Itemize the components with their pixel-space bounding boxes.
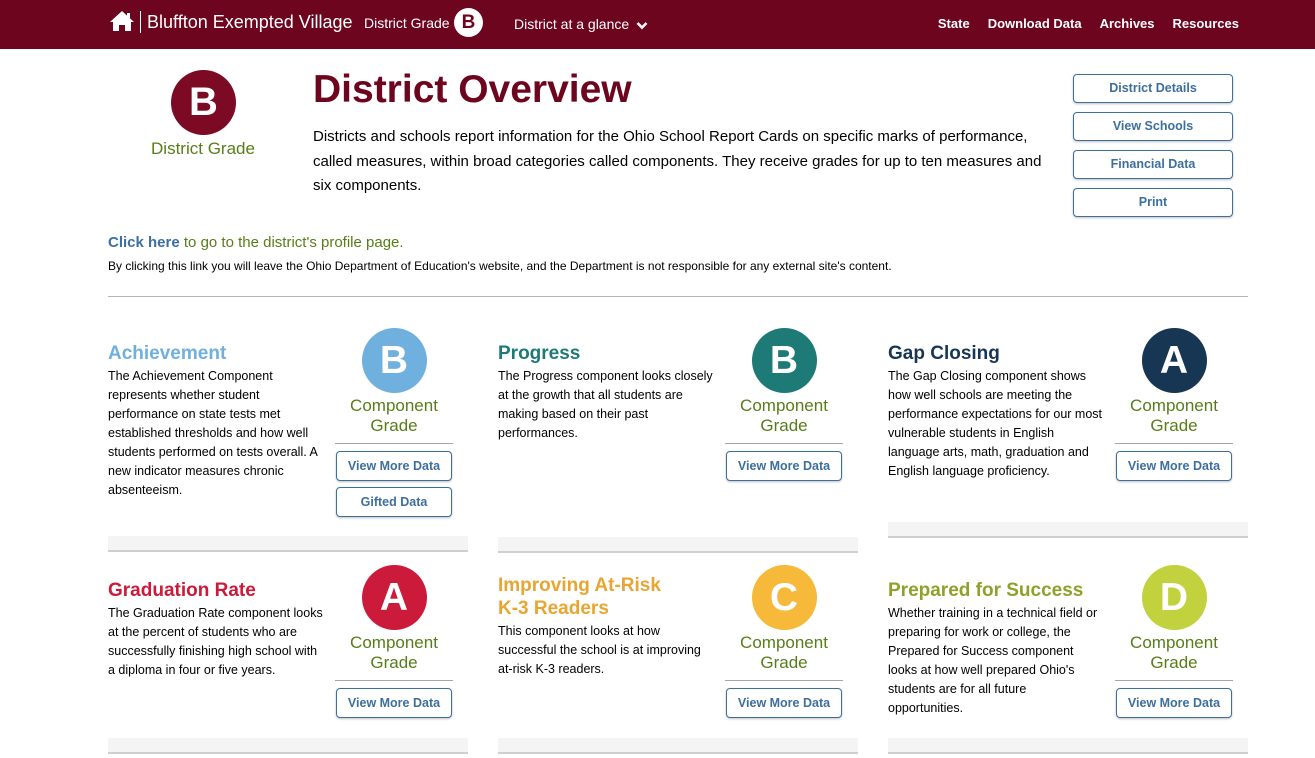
- district-grade-caption: District Grade: [151, 139, 255, 158]
- component-description: The Progress component looks closely at …: [498, 369, 713, 440]
- component-grade-circle: C: [751, 565, 817, 630]
- component-description: The Graduation Rate component looks at t…: [108, 606, 323, 677]
- component-grade-label: Component Grade: [1115, 633, 1233, 673]
- district-grade-badge: B: [454, 8, 483, 37]
- view-more-data-button[interactable]: View More Data: [336, 688, 452, 718]
- label-line-1: Component: [740, 396, 828, 415]
- component-description: The Gap Closing component shows how well…: [888, 369, 1102, 478]
- print-button[interactable]: Print: [1073, 188, 1233, 217]
- chevron-down-icon: [636, 21, 648, 30]
- nav-resources[interactable]: Resources: [1173, 16, 1239, 31]
- card-footer: [498, 537, 858, 553]
- component-grade-panel: C Component Grade View More Data: [725, 565, 843, 718]
- nav-archives[interactable]: Archives: [1100, 16, 1155, 31]
- label-line-2: Grade: [1150, 416, 1198, 435]
- component-card-k3-readers: Improving At-Risk K-3 Readers This compon…: [498, 565, 858, 718]
- label-line-2: Grade: [760, 416, 808, 435]
- view-more-data-button[interactable]: View More Data: [1116, 451, 1232, 481]
- component-card-graduation-rate: Graduation Rate The Graduation Rate comp…: [108, 565, 468, 718]
- component-grade-label: Component Grade: [1115, 396, 1233, 436]
- card-footer: [888, 522, 1248, 538]
- page-title: District Overview: [313, 68, 632, 111]
- label-line-1: Component: [350, 396, 438, 415]
- divider: [140, 11, 141, 33]
- district-grade-label: District Grade: [364, 15, 450, 31]
- top-navigation-bar: Bluffton Exempted Village District Grade…: [0, 0, 1315, 49]
- label-line-1: Component: [1130, 633, 1218, 652]
- component-grade-label: Component Grade: [335, 396, 453, 436]
- card-footer: [888, 738, 1248, 754]
- label-line-1: Component: [350, 633, 438, 652]
- view-more-data-button[interactable]: View More Data: [1116, 688, 1232, 718]
- component-description: Whether training in a technical field or…: [888, 606, 1098, 715]
- district-grade-circle: B: [171, 70, 236, 135]
- divider: [1115, 680, 1233, 681]
- component-grade-circle: B: [361, 328, 427, 393]
- divider: [335, 680, 453, 681]
- label-line-1: Component: [1130, 396, 1218, 415]
- component-grade-panel: B Component Grade View More Data: [725, 328, 843, 481]
- title-line-1: Improving At-Risk: [498, 575, 661, 596]
- label-line-1: Component: [740, 633, 828, 652]
- component-grade-circle: B: [751, 328, 817, 393]
- component-grade-circle: A: [1141, 328, 1207, 393]
- profile-link-line: Click here to go to the district's profi…: [108, 234, 404, 251]
- home-icon[interactable]: [109, 10, 135, 32]
- component-grade-panel: A Component Grade View More Data: [1115, 328, 1233, 481]
- component-card-prepared-for-success: Prepared for Success Whether training in…: [888, 565, 1248, 718]
- label-line-2: Grade: [370, 416, 418, 435]
- component-card-gap-closing: Gap Closing The Gap Closing component sh…: [888, 328, 1248, 481]
- top-nav-links: State Download Data Archives Resources: [938, 16, 1239, 31]
- component-description: This component looks at how successful t…: [498, 624, 701, 676]
- view-schools-button[interactable]: View Schools: [1073, 112, 1233, 141]
- nav-state[interactable]: State: [938, 16, 970, 31]
- profile-link-text: to go to the district's profile page.: [179, 234, 404, 251]
- financial-data-button[interactable]: Financial Data: [1073, 150, 1233, 179]
- section-divider: [108, 296, 1248, 297]
- card-footer: [108, 738, 468, 754]
- district-details-button[interactable]: District Details: [1073, 74, 1233, 103]
- component-grade-panel: D Component Grade View More Data: [1115, 565, 1233, 718]
- overview-actions: District Details View Schools Financial …: [1073, 74, 1233, 226]
- label-line-2: Grade: [760, 653, 808, 672]
- dropdown-label: District at a glance: [514, 16, 630, 32]
- component-grade-panel: A Component Grade View More Data: [335, 565, 453, 718]
- component-card-achievement: Achievement The Achievement Component re…: [108, 328, 468, 517]
- divider: [725, 680, 843, 681]
- component-grade-circle: A: [361, 565, 427, 630]
- title-line-2: K-3 Readers: [498, 598, 609, 619]
- component-grade-circle: D: [1141, 565, 1207, 630]
- card-footer: [108, 536, 468, 552]
- divider: [335, 443, 453, 444]
- view-more-data-button[interactable]: View More Data: [726, 451, 842, 481]
- district-at-a-glance-dropdown[interactable]: District at a glance: [514, 16, 648, 32]
- component-grade-label: Component Grade: [725, 396, 843, 436]
- component-grade-label: Component Grade: [335, 633, 453, 673]
- component-description: The Achievement Component represents whe…: [108, 369, 318, 497]
- view-more-data-button[interactable]: View More Data: [336, 451, 452, 481]
- profile-link[interactable]: Click here: [108, 234, 180, 251]
- view-more-data-button[interactable]: View More Data: [726, 688, 842, 718]
- divider: [1115, 443, 1233, 444]
- overview-intro: Districts and schools report information…: [313, 128, 1042, 194]
- district-name[interactable]: Bluffton Exempted Village: [147, 12, 352, 33]
- label-line-2: Grade: [1150, 653, 1198, 672]
- label-line-2: Grade: [370, 653, 418, 672]
- gifted-data-button[interactable]: Gifted Data: [336, 487, 452, 517]
- component-grade-label: Component Grade: [725, 633, 843, 673]
- external-link-disclaimer: By clicking this link you will leave the…: [108, 259, 892, 273]
- divider: [725, 443, 843, 444]
- component-card-progress: Progress The Progress component looks cl…: [498, 328, 858, 481]
- nav-download-data[interactable]: Download Data: [988, 16, 1082, 31]
- component-grade-panel: B Component Grade View More Data Gifted D…: [335, 328, 453, 517]
- card-footer: [498, 738, 858, 754]
